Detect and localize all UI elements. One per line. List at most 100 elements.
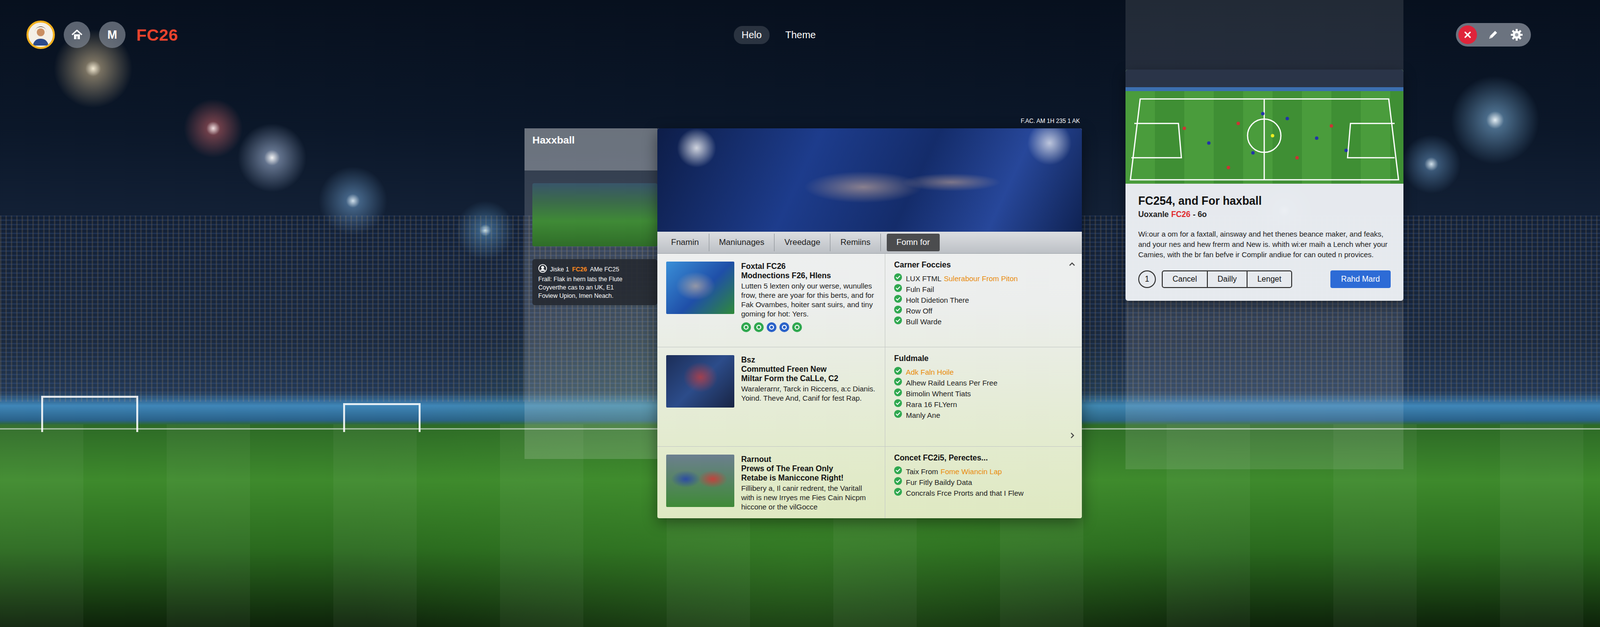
row-heading: Commutted Freen New (741, 364, 877, 375)
content-row: RarnoutPrews of The Frean OnlyRetabe is … (657, 447, 1082, 519)
chevron-up-icon[interactable] (1067, 259, 1077, 270)
menu-button[interactable]: M (99, 21, 126, 49)
item-label: Fur Fitly Baildy Data (905, 477, 973, 489)
detail-column: FC254, and For haxballUoxanleFC26- 6oWi:… (1125, 0, 1404, 470)
item-label: Alhew Raild Leans Per Free (905, 377, 998, 389)
check-icon (894, 488, 902, 500)
detail-card: FC254, and For haxballUoxanleFC26- 6oWi:… (1125, 69, 1404, 301)
list-item: Bimolin Whent Tiats (894, 388, 1063, 400)
list-title: Carner Foccies (894, 260, 1063, 270)
item-text: Concrals Frce Prorts and that I Flew (905, 488, 1024, 500)
item-text: Rara 16 FLYern (905, 399, 957, 411)
row-thumbnail (666, 454, 735, 508)
primary-button[interactable]: Rahd Mard (1330, 270, 1391, 289)
row-thumbnail (666, 261, 735, 315)
panel-title: Haxxball (532, 134, 650, 147)
check-icon (894, 399, 902, 411)
list-item: LUX FTMLSulerabour From Piton (894, 273, 1063, 285)
list-item: Row Off (894, 305, 1063, 317)
item-label: Holt Didetion There (905, 295, 970, 306)
item-text: Adk Faln Hoile (905, 367, 954, 378)
close-icon[interactable] (1458, 25, 1477, 45)
check-icon (894, 410, 902, 422)
button-row: 1 CancelDaillyLenget Rahd Mard (1138, 270, 1391, 289)
list-item: Taix FromFome Wiancin Lap (894, 466, 1063, 478)
row-body: Fillibery a, Il canir redrent, the Varit… (741, 483, 877, 512)
share-icon[interactable] (779, 322, 790, 335)
item-text: Bull Warde (905, 316, 942, 328)
match-line: Frall: Flak in hern lats the Flute (538, 275, 652, 284)
list-item: Bull Warde (894, 316, 1063, 328)
segment-button[interactable]: Lenget (1247, 271, 1292, 288)
row-heading: Modnections F26, Hlens (741, 271, 877, 281)
pencil-icon[interactable] (1485, 27, 1501, 43)
row-summary[interactable]: BszCommutted Freen NewMiltar Form the Ca… (657, 347, 885, 447)
card-title: FC254, and For haxball (1138, 194, 1391, 208)
item-text: Alhew Raild Leans Per Free (905, 377, 998, 389)
page-button[interactable]: 1 (1138, 270, 1156, 289)
share-icon[interactable] (753, 322, 764, 335)
row-summary[interactable]: RarnoutPrews of The Frean OnlyRetabe is … (657, 447, 885, 519)
row-summary[interactable]: Foxtal FC26Modnections F26, HlensLutten … (657, 253, 885, 348)
check-icon (894, 316, 902, 328)
check-icon (894, 295, 902, 306)
card-subtitle: UoxanleFC26- 6o (1138, 210, 1391, 220)
nav-item[interactable]: Helo (733, 25, 770, 45)
share-icon[interactable] (766, 322, 777, 335)
tab-bar: FnaminManiunagesVreedageRemiins Fomn for (657, 231, 1082, 254)
nav-item[interactable]: Theme (777, 25, 824, 45)
check-icon (894, 367, 902, 378)
match-line: Foview Upion, Imen Neach. (538, 292, 652, 301)
item-text: Holt Didetion There (905, 295, 970, 306)
item-label: Bull Warde (905, 316, 942, 328)
item-label: Row Off (905, 305, 933, 317)
row-body: Waralerarnr, Tarck in Riccens, a:c Diani… (741, 384, 877, 403)
brand-logo: FC26 (134, 25, 178, 45)
list-item: Adk Faln Hoile (894, 367, 1063, 378)
match-tag: FC26 (572, 265, 588, 275)
home-icon[interactable] (63, 21, 91, 49)
tab[interactable]: Remiins (830, 233, 881, 252)
chevron-right-icon[interactable] (1067, 430, 1077, 441)
feature-list: FuldmaleAdk Faln HoileAlhew Raild Leans … (884, 347, 1082, 447)
menu-label: M (107, 27, 118, 42)
avatar-icon[interactable] (26, 20, 55, 50)
item-text: Fur Fitly Baildy Data (905, 477, 973, 489)
match-name: Jiske 1 (550, 265, 570, 275)
row-text: BszCommutted Freen NewMiltar Form the Ca… (741, 355, 877, 440)
share-icons (741, 322, 877, 335)
row-heading: Miltar Form the CaLLe, C2 (741, 374, 877, 384)
check-icon (894, 388, 902, 400)
haxxball-panel: Haxxball Jiske 1FC26AMe FC25Frall: Flak i… (524, 128, 658, 460)
tab[interactable]: Vreedage (774, 233, 831, 252)
item-label: Manly Ane (905, 410, 941, 422)
item-text: Manly Ane (905, 410, 941, 422)
gear-icon[interactable] (1509, 27, 1525, 43)
list-item: Fuln Fail (894, 284, 1063, 296)
item-highlight: Fome Wiancin Lap (940, 466, 1002, 478)
card-body: FC254, and For haxballUoxanleFC26- 6oWi:… (1125, 183, 1404, 301)
main-window: F.AC. AM 1H 235 1 AKFnaminManiunagesVree… (657, 113, 1082, 519)
segment-button[interactable]: Cancel (1162, 271, 1208, 288)
row-heading: Prews of The Frean Only (741, 464, 877, 474)
row-text: Foxtal FC26Modnections F26, HlensLutten … (741, 261, 877, 341)
share-icon[interactable] (741, 322, 751, 335)
share-icon[interactable] (792, 322, 802, 335)
tab[interactable]: Maniunages (709, 233, 775, 252)
item-label: Bimolin Whent Tiats (905, 388, 972, 400)
tab[interactable]: Fomn for (886, 233, 940, 252)
main-panel: FnaminManiunagesVreedageRemiinsFomn forF… (657, 128, 1082, 519)
check-icon (894, 273, 902, 285)
row-heading: Foxtal FC26 (741, 261, 877, 272)
check-icon (894, 377, 902, 389)
window-controls (1455, 23, 1531, 47)
video-thumbnail[interactable] (532, 183, 658, 247)
item-label: LUX FTML (905, 273, 942, 285)
match-card[interactable]: Jiske 1FC26AMe FC25Frall: Flak in hern l… (532, 259, 658, 306)
player-icon (538, 264, 548, 276)
subtitle-text: Uoxanle (1138, 210, 1169, 220)
item-label: Concrals Frce Prorts and that I Flew (905, 488, 1024, 500)
match-preview (1125, 69, 1404, 184)
segment-button[interactable]: Dailly (1207, 271, 1248, 288)
tab[interactable]: Fnamin (661, 233, 710, 252)
